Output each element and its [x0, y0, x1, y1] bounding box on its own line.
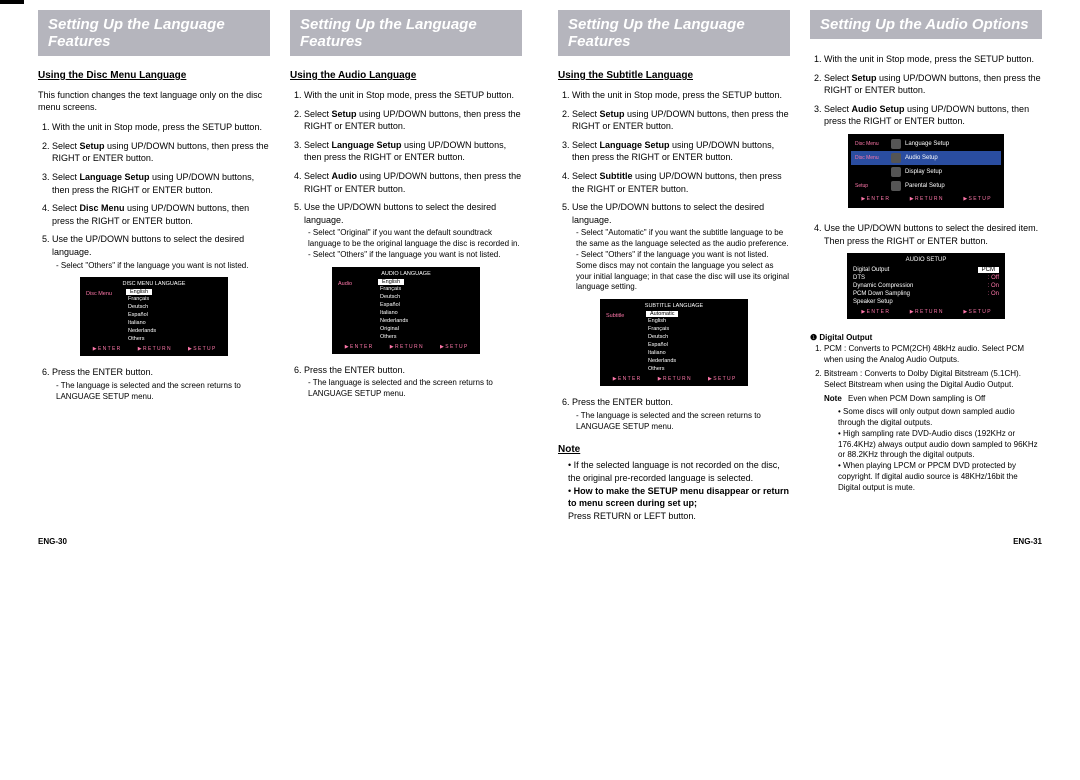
disc-step-1: With the unit in Stop mode, press the SE… — [52, 121, 270, 134]
col-subtitle: Setting Up the Language Features Using t… — [548, 10, 800, 522]
audio-lang-screenshot: AUDIO LANGUAGE Audio English Français De… — [332, 267, 480, 354]
audioopt-step-1: With the unit in Stop mode, press the SE… — [824, 53, 1042, 66]
disc-menu-screenshot: DISC MENU LANGUAGE Disc Menu English Fra… — [80, 277, 228, 356]
subtitle-step-2: Select Setup using UP/DOWN buttons, then… — [572, 108, 790, 133]
disc-step-3: Select Language Setup using UP/DOWN butt… — [52, 171, 270, 196]
setup-menu-screenshot: Disc MenuLanguage Setup Disc MenuAudio S… — [848, 134, 1004, 208]
section-header-lang-3: Setting Up the Language Features — [558, 10, 790, 56]
col-disc-menu: Setting Up the Language Features Using t… — [28, 10, 280, 522]
audioopt-step-2: Select Setup using UP/DOWN buttons, then… — [824, 72, 1042, 97]
audio-steps: With the unit in Stop mode, press the SE… — [290, 89, 522, 261]
disc-intro: This function changes the text language … — [38, 89, 270, 113]
subtitle-screenshot: SUBTITLE LANGUAGE Subtitle Automatic Eng… — [600, 299, 748, 386]
section-header-lang-1: Setting Up the Language Features — [38, 10, 270, 56]
page-number-right: ENG-31 — [1013, 537, 1042, 546]
disc-step-2: Select Setup using UP/DOWN buttons, then… — [52, 140, 270, 165]
subhead-subtitle: Using the Subtitle Language — [558, 70, 790, 81]
menu-icon — [891, 181, 901, 191]
digital-output-bullets: Some discs will only output down sampled… — [838, 407, 1042, 493]
audio-step-1: With the unit in Stop mode, press the SE… — [304, 89, 522, 102]
disc-step-5: Use the UP/DOWN buttons to select the de… — [52, 233, 270, 271]
audio-step-3: Select Language Setup using UP/DOWN butt… — [304, 139, 522, 164]
audio-step-4: Select Audio using UP/DOWN buttons, then… — [304, 170, 522, 195]
manual-spread: Setting Up the Language Features Using t… — [10, 0, 1070, 562]
crop-mark — [0, 0, 24, 4]
subhead-audio-lang: Using the Audio Language — [290, 70, 522, 81]
menu-icon — [891, 139, 901, 149]
digital-output-list: PCM : Converts to PCM(2CH) 48kHz audio. … — [810, 344, 1042, 390]
page-number-left: ENG-30 — [38, 537, 67, 546]
subtitle-steps-cont: Press the ENTER button. The language is … — [558, 396, 790, 432]
digital-output-note: NoteEven when PCM Down sampling is Off — [824, 394, 1042, 405]
audio-step-5: Use the UP/DOWN buttons to select the de… — [304, 201, 522, 261]
col-audio-lang: Setting Up the Language Features Using t… — [280, 10, 532, 522]
subtitle-step-1: With the unit in Stop mode, press the SE… — [572, 89, 790, 102]
digital-output-label: ❶ Digital Output — [810, 333, 1042, 342]
section-header-audio: Setting Up the Audio Options — [810, 10, 1042, 39]
audioopt-step-4: Use the UP/DOWN buttons to select the de… — [824, 222, 1042, 247]
audio-step-2: Select Setup using UP/DOWN buttons, then… — [304, 108, 522, 133]
col-audio-options: Setting Up the Audio Options With the un… — [800, 10, 1052, 522]
subtitle-step-5: Use the UP/DOWN buttons to select the de… — [572, 201, 790, 293]
subtitle-step-4: Select Subtitle using UP/DOWN buttons, t… — [572, 170, 790, 195]
audioopt-steps-cont: Use the UP/DOWN buttons to select the de… — [810, 222, 1042, 247]
audioopt-steps: With the unit in Stop mode, press the SE… — [810, 53, 1042, 128]
subhead-disc: Using the Disc Menu Language — [38, 70, 270, 81]
audio-setup-screenshot: AUDIO SETUP Digital OutputPCM DTS: Off D… — [847, 253, 1005, 319]
disc-steps-cont: Press the ENTER button. The language is … — [38, 366, 270, 402]
subtitle-note-head: Note — [558, 444, 790, 455]
disc-steps: With the unit in Stop mode, press the SE… — [38, 121, 270, 271]
subtitle-notes: If the selected language is not recorded… — [558, 459, 790, 522]
page-left: Setting Up the Language Features Using t… — [20, 10, 540, 552]
audio-steps-cont: Press the ENTER button. The language is … — [290, 364, 522, 400]
subtitle-step-3: Select Language Setup using UP/DOWN butt… — [572, 139, 790, 164]
subtitle-step-6: Press the ENTER button. The language is … — [572, 396, 790, 432]
section-header-lang-2: Setting Up the Language Features — [290, 10, 522, 56]
audio-step-6: Press the ENTER button. The language is … — [304, 364, 522, 400]
disc-step-6: Press the ENTER button. The language is … — [52, 366, 270, 402]
audioopt-step-3: Select Audio Setup using UP/DOWN buttons… — [824, 103, 1042, 128]
menu-icon — [891, 153, 901, 163]
disc-step-4: Select Disc Menu using UP/DOWN buttons, … — [52, 202, 270, 227]
subtitle-steps: With the unit in Stop mode, press the SE… — [558, 89, 790, 293]
menu-icon — [891, 167, 901, 177]
page-right: Setting Up the Language Features Using t… — [540, 10, 1060, 552]
